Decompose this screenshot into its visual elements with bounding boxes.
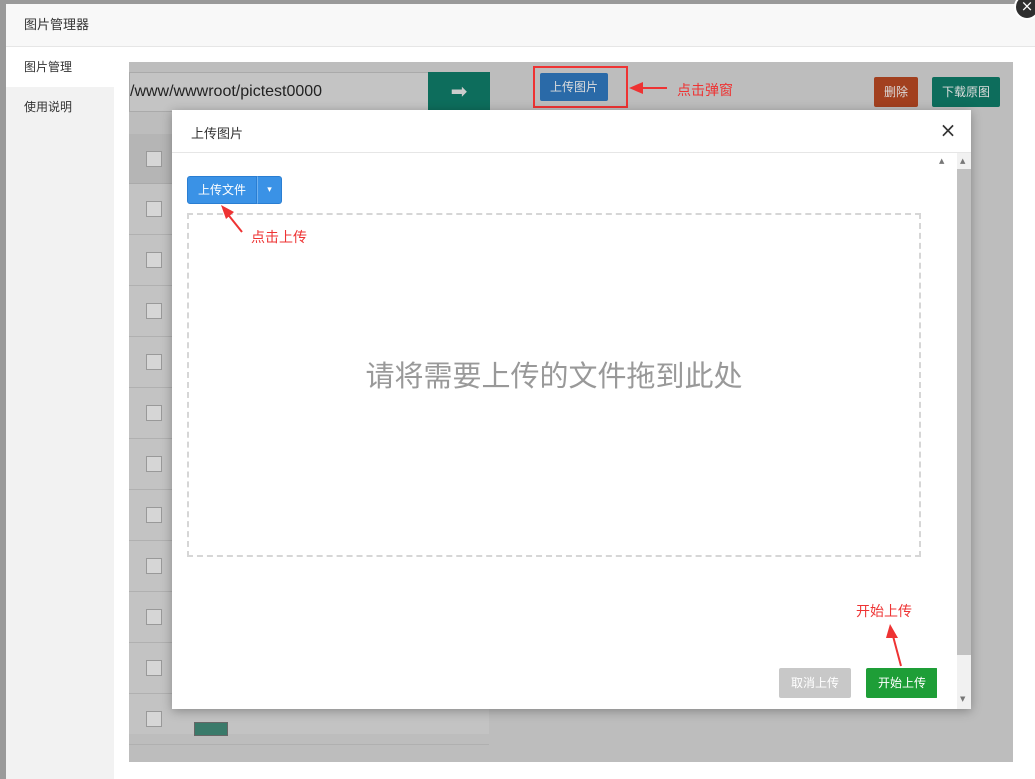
inner-scrollbar[interactable]: ▲ xyxy=(937,153,949,709)
row-checkbox[interactable] xyxy=(146,711,162,727)
start-upload-button[interactable]: 开始上传 xyxy=(866,668,938,698)
row-checkbox[interactable] xyxy=(146,303,162,319)
image-thumbnail xyxy=(194,722,228,736)
annotation-arrow-icon xyxy=(886,624,902,667)
annotation-arrow-icon xyxy=(221,205,243,233)
sidebar-item-image-management[interactable]: 图片管理 xyxy=(6,47,114,87)
annotation-click-upload: 点击上传 xyxy=(251,230,307,246)
drop-hint: 请将需要上传的文件拖到此处 xyxy=(365,359,743,393)
upload-file-button[interactable]: 上传文件 xyxy=(187,176,257,204)
upload-modal: 上传图片 × 上传文件 ▾ 请将需要上传的文件拖到此处 点击上传 开始上传 取消… xyxy=(172,110,971,709)
annotation-arrow-icon xyxy=(629,82,667,94)
select-all-checkbox[interactable] xyxy=(146,151,162,167)
scroll-down-icon[interactable]: ▼ xyxy=(960,695,965,703)
row-checkbox[interactable] xyxy=(146,507,162,523)
row-checkbox[interactable] xyxy=(146,609,162,625)
go-button[interactable]: ➡ xyxy=(428,72,490,112)
path-input[interactable]: /www/wwwroot/pictest0000 xyxy=(129,72,429,112)
modal-header: 上传图片 × xyxy=(172,110,971,153)
file-dropzone[interactable]: 请将需要上传的文件拖到此处 xyxy=(187,213,921,557)
outer-scrollbar[interactable]: ▲ ▼ xyxy=(957,153,971,709)
annotation-start-upload: 开始上传 xyxy=(856,604,912,620)
row-checkbox[interactable] xyxy=(146,558,162,574)
caret-down-icon: ▾ xyxy=(267,185,272,195)
row-checkbox[interactable] xyxy=(146,405,162,421)
modal-close-icon[interactable]: × xyxy=(937,119,959,141)
window-title: 图片管理器 xyxy=(6,4,1035,47)
modal-title: 上传图片 xyxy=(191,127,244,142)
row-checkbox[interactable] xyxy=(146,201,162,217)
row-checkbox[interactable] xyxy=(146,456,162,472)
sidebar: 图片管理 使用说明 xyxy=(6,47,114,779)
scroll-up-icon[interactable]: ▲ xyxy=(960,157,965,165)
upload-image-button[interactable]: 上传图片 xyxy=(540,73,608,101)
scroll-up-icon[interactable]: ▲ xyxy=(939,157,944,165)
annotation-click-popup: 点击弹窗 xyxy=(677,83,733,99)
download-original-button[interactable]: 下载原图 xyxy=(932,77,1000,107)
row-checkbox[interactable] xyxy=(146,354,162,370)
upload-dropdown-toggle[interactable]: ▾ xyxy=(257,176,282,204)
sidebar-item-instructions[interactable]: 使用说明 xyxy=(6,87,114,127)
row-checkbox[interactable] xyxy=(146,252,162,268)
row-checkbox[interactable] xyxy=(146,660,162,676)
cancel-upload-button[interactable]: 取消上传 xyxy=(779,668,851,698)
modal-scrollbar[interactable]: ▲ ▲ ▼ xyxy=(937,153,971,709)
delete-button[interactable]: 删除 xyxy=(874,77,918,107)
arrow-right-icon: ➡ xyxy=(450,79,468,103)
scrollbar-thumb[interactable] xyxy=(957,169,971,655)
